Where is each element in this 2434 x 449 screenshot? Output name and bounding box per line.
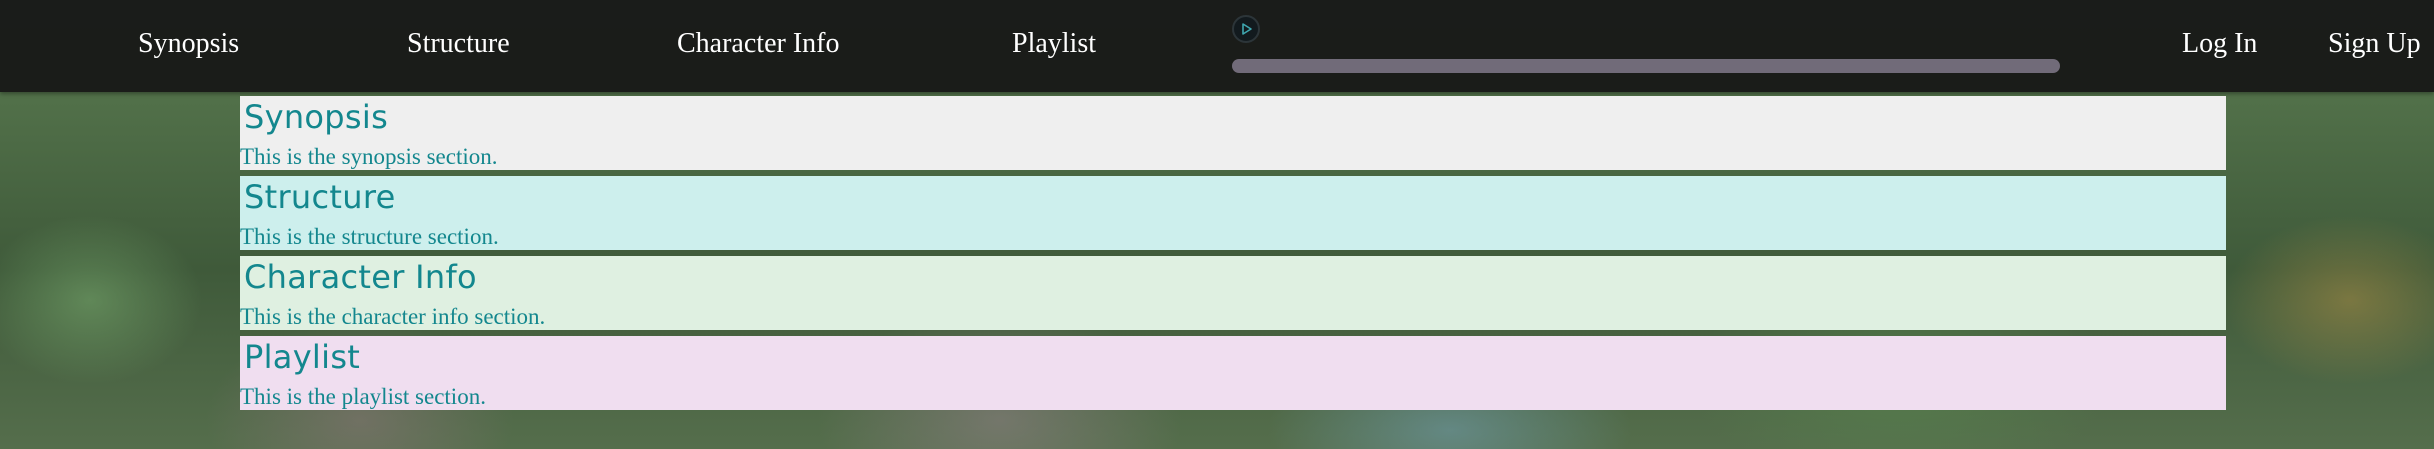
synopsis-section: Synopsis This is the synopsis section. [240, 96, 2226, 170]
top-navigation-bar: Synopsis Structure Character Info Playli… [0, 0, 2434, 92]
section-title-synopsis: Synopsis [244, 98, 389, 136]
nav-link-structure[interactable]: Structure [407, 26, 510, 62]
nav-link-synopsis[interactable]: Synopsis [138, 26, 239, 62]
play-icon [1242, 23, 1252, 35]
progress-bar[interactable] [1232, 59, 2060, 73]
playlist-section: Playlist This is the playlist section. [240, 336, 2226, 410]
audio-player [1230, 14, 2062, 76]
section-text-synopsis: This is the synopsis section. [240, 144, 498, 169]
section-title-playlist: Playlist [244, 338, 361, 376]
login-link[interactable]: Log In [2182, 26, 2257, 62]
section-text-playlist: This is the playlist section. [240, 384, 486, 409]
section-text-structure: This is the structure section. [240, 224, 499, 249]
section-text-character-info: This is the character info section. [240, 304, 546, 329]
section-title-structure: Structure [244, 178, 396, 216]
content-sections: Synopsis This is the synopsis section. S… [240, 96, 2226, 416]
signup-link[interactable]: Sign Up [2328, 26, 2421, 62]
nav-link-character-info[interactable]: Character Info [677, 26, 839, 62]
character-info-section: Character Info This is the character inf… [240, 256, 2226, 330]
play-button[interactable] [1232, 15, 1260, 43]
nav-link-playlist[interactable]: Playlist [1012, 26, 1096, 62]
section-title-character-info: Character Info [244, 258, 477, 296]
structure-section: Structure This is the structure section. [240, 176, 2226, 250]
